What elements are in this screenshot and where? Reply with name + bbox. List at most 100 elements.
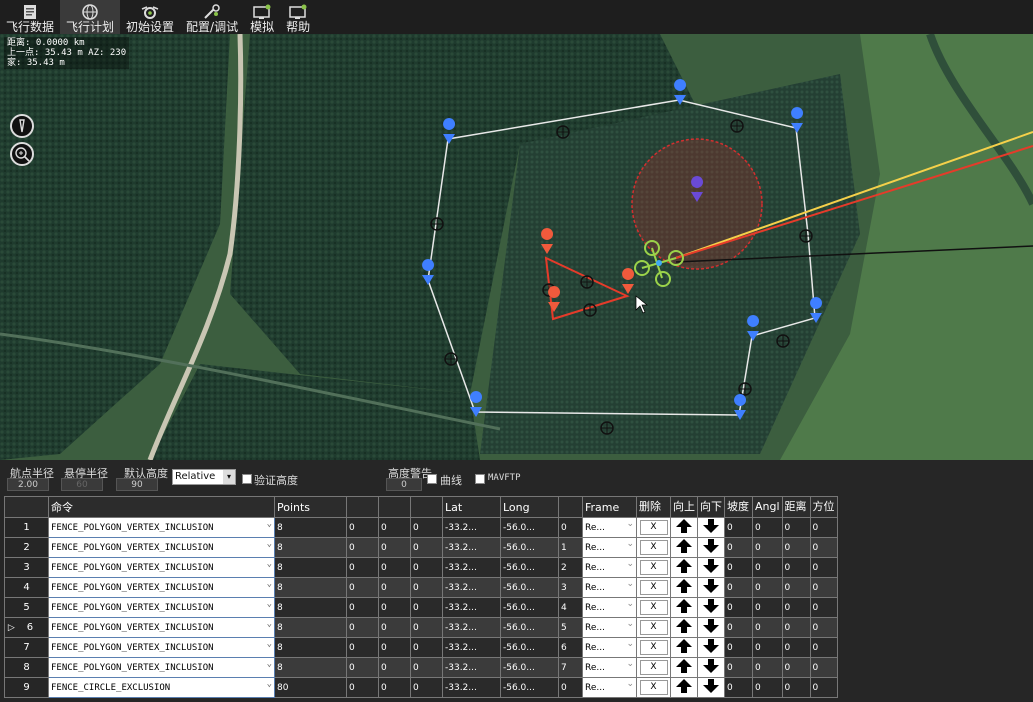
table-row[interactable]: 2 FENCE_POLYGON_VERTEX_INCLUSION ⌄ 8 0 0 0 -33.… — [4, 537, 838, 558]
param3-cell[interactable]: 0 — [378, 517, 411, 538]
command-select[interactable]: FENCE_POLYGON_VERTEX_INCLUSION ⌄ — [48, 577, 275, 598]
param4-cell[interactable]: 0 — [410, 677, 443, 698]
move-down-button[interactable] — [697, 557, 725, 578]
alt-cell[interactable]: 5 — [558, 617, 583, 638]
col-points[interactable]: Points — [274, 496, 347, 518]
tab-simulation[interactable]: 模拟 — [244, 0, 280, 34]
param3-cell[interactable]: 0 — [378, 677, 411, 698]
param3-cell[interactable]: 0 — [378, 557, 411, 578]
param3-cell[interactable]: 0 — [378, 577, 411, 598]
move-down-button[interactable] — [697, 517, 725, 538]
param2-cell[interactable]: 0 — [346, 597, 379, 618]
param3-cell[interactable]: 0 — [378, 597, 411, 618]
move-up-button[interactable] — [670, 557, 698, 578]
param3-cell[interactable]: 0 — [378, 537, 411, 558]
param4-cell[interactable]: 0 — [410, 557, 443, 578]
param4-cell[interactable]: 0 — [410, 617, 443, 638]
param4-cell[interactable]: 0 — [410, 517, 443, 538]
lat-cell[interactable]: -33.2... — [442, 557, 501, 578]
row-number[interactable]: 4 — [4, 577, 49, 598]
param2-cell[interactable]: 0 — [346, 617, 379, 638]
tab-initial-setup[interactable]: 初始设置 — [120, 0, 180, 34]
command-select[interactable]: FENCE_CIRCLE_EXCLUSION ⌄ — [48, 677, 275, 698]
move-down-button[interactable] — [697, 677, 725, 698]
delete-button[interactable]: X — [639, 620, 668, 635]
points-cell[interactable]: 8 — [274, 517, 347, 538]
move-up-button[interactable] — [670, 537, 698, 558]
command-select[interactable]: FENCE_POLYGON_VERTEX_INCLUSION ⌄ — [48, 637, 275, 658]
param3-cell[interactable]: 0 — [378, 657, 411, 678]
col-azimuth[interactable]: 方位 — [809, 496, 838, 518]
move-up-button[interactable] — [670, 597, 698, 618]
lat-cell[interactable]: -33.2... — [442, 637, 501, 658]
param2-cell[interactable]: 0 — [346, 677, 379, 698]
param3-cell[interactable]: 0 — [378, 637, 411, 658]
row-number[interactable]: 2 — [4, 537, 49, 558]
row-number[interactable]: 9 — [4, 677, 49, 698]
default-alt-input[interactable]: 90 — [116, 478, 158, 491]
frame-select[interactable]: Re... ⌄ — [582, 597, 637, 618]
col-frame[interactable]: Frame — [582, 496, 637, 518]
move-up-button[interactable] — [670, 657, 698, 678]
table-row[interactable]: ▷ 6 FENCE_POLYGON_VERTEX_INCLUSION ⌄ 8 0 0 0 -33… — [4, 617, 838, 638]
col-alt[interactable] — [558, 496, 583, 518]
map-view[interactable]: 距离: 0.0000 km 上一点: 35.43 m AZ: 230 家: 35… — [0, 34, 1033, 460]
map-rotate-button[interactable] — [10, 114, 34, 138]
move-down-button[interactable] — [697, 657, 725, 678]
long-cell[interactable]: -56.0... — [500, 637, 559, 658]
long-cell[interactable]: -56.0... — [500, 617, 559, 638]
move-down-button[interactable] — [697, 597, 725, 618]
move-down-button[interactable] — [697, 577, 725, 598]
param2-cell[interactable]: 0 — [346, 637, 379, 658]
table-row[interactable]: 4 FENCE_POLYGON_VERTEX_INCLUSION ⌄ 8 0 0 0 -33.… — [4, 577, 838, 598]
long-cell[interactable]: -56.0... — [500, 537, 559, 558]
lat-cell[interactable]: -33.2... — [442, 577, 501, 598]
long-cell[interactable]: -56.0... — [500, 657, 559, 678]
table-row[interactable]: 3 FENCE_POLYGON_VERTEX_INCLUSION ⌄ 8 0 0 0 -33.… — [4, 557, 838, 578]
command-select[interactable]: FENCE_POLYGON_VERTEX_INCLUSION ⌄ — [48, 617, 275, 638]
col-move-up[interactable]: 向上 — [670, 496, 698, 518]
long-cell[interactable]: -56.0... — [500, 557, 559, 578]
lat-cell[interactable]: -33.2... — [442, 517, 501, 538]
command-select[interactable]: FENCE_POLYGON_VERTEX_INCLUSION ⌄ — [48, 597, 275, 618]
mavftp-checkbox[interactable] — [475, 474, 485, 484]
points-cell[interactable]: 8 — [274, 597, 347, 618]
row-number[interactable]: ▷ 6 — [4, 617, 49, 638]
row-number[interactable]: 1 — [4, 517, 49, 538]
points-cell[interactable]: 8 — [274, 617, 347, 638]
move-up-button[interactable] — [670, 517, 698, 538]
row-number[interactable]: 3 — [4, 557, 49, 578]
param2-cell[interactable]: 0 — [346, 577, 379, 598]
long-cell[interactable]: -56.0... — [500, 577, 559, 598]
waypoint-radius-input[interactable]: 2.00 — [7, 478, 49, 491]
long-cell[interactable]: -56.0... — [500, 677, 559, 698]
move-down-button[interactable] — [697, 617, 725, 638]
param4-cell[interactable]: 0 — [410, 637, 443, 658]
move-up-button[interactable] — [670, 617, 698, 638]
move-up-button[interactable] — [670, 577, 698, 598]
alt-mode-select[interactable]: Relative ▾ — [172, 469, 236, 485]
table-row[interactable]: 1 FENCE_POLYGON_VERTEX_INCLUSION ⌄ 8 0 0 0 -33.… — [4, 517, 838, 538]
spline-checkbox[interactable] — [427, 474, 437, 484]
param2-cell[interactable]: 0 — [346, 537, 379, 558]
points-cell[interactable]: 8 — [274, 637, 347, 658]
frame-select[interactable]: Re... ⌄ — [582, 577, 637, 598]
delete-button[interactable]: X — [639, 540, 668, 555]
lat-cell[interactable]: -33.2... — [442, 657, 501, 678]
move-down-button[interactable] — [697, 537, 725, 558]
param4-cell[interactable]: 0 — [410, 577, 443, 598]
delete-button[interactable]: X — [639, 560, 668, 575]
col-param4[interactable] — [410, 496, 443, 518]
frame-select[interactable]: Re... ⌄ — [582, 677, 637, 698]
alt-cell[interactable]: 0 — [558, 517, 583, 538]
col-angle[interactable]: Angl — [752, 496, 783, 518]
alt-warning-input[interactable]: 0 — [386, 478, 422, 491]
table-row[interactable]: 9 FENCE_CIRCLE_EXCLUSION ⌄ 80 0 0 0 -33.2... -56… — [4, 677, 838, 698]
long-cell[interactable]: -56.0... — [500, 597, 559, 618]
delete-button[interactable]: X — [639, 600, 668, 615]
alt-cell[interactable]: 4 — [558, 597, 583, 618]
table-row[interactable]: 7 FENCE_POLYGON_VERTEX_INCLUSION ⌄ 8 0 0 0 -33.… — [4, 637, 838, 658]
alt-cell[interactable]: 6 — [558, 637, 583, 658]
col-command[interactable]: 命令 — [48, 496, 275, 518]
col-long[interactable]: Long — [500, 496, 559, 518]
